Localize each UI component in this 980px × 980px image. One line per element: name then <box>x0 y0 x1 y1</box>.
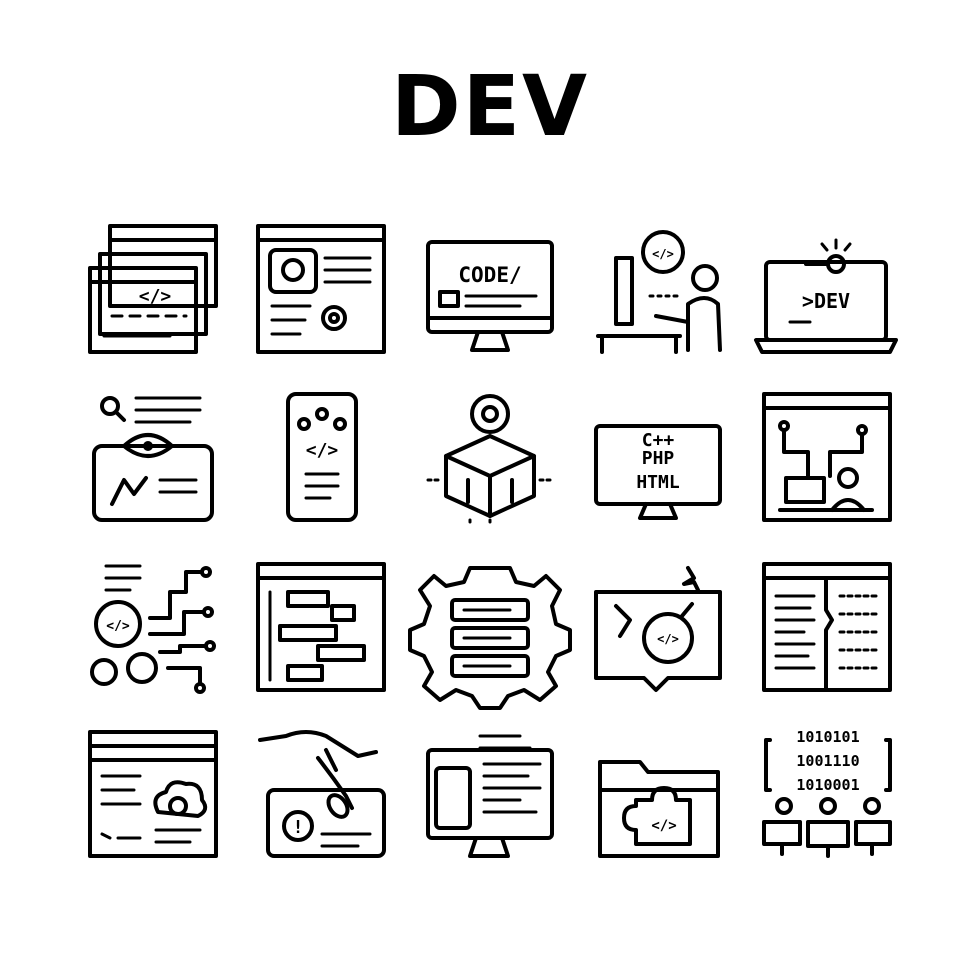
window-block-diagram-icon <box>256 562 386 692</box>
server-gear-icon <box>408 566 572 710</box>
message-bomb-icon: </> <box>594 566 722 692</box>
puzzle-code-text: </> <box>651 818 676 834</box>
binary-team-icon: 1010101 1001110 1010001 <box>762 728 892 858</box>
icon-grid: </> CODE/ </> >DEV </> C++ PHP HTML </> … <box>88 224 898 858</box>
monitor-phone-code-icon <box>426 734 554 858</box>
alert-mark: ! <box>293 817 304 838</box>
browser-windows-code-icon: </> <box>88 224 218 354</box>
window-cloud-icon <box>88 730 218 858</box>
tablet-analytics-eye-icon <box>92 396 214 522</box>
document-support-settings-icon <box>256 224 386 354</box>
code-label: CODE/ <box>458 263 521 287</box>
gear-code-text: </> <box>106 619 130 634</box>
developer-at-computer-icon: </> <box>596 230 722 354</box>
monitor-code-icon: CODE/ <box>426 240 554 352</box>
language-html: HTML <box>636 472 680 493</box>
smartphone-code-icon: </> <box>286 392 358 522</box>
binary-line-2: 1001110 <box>796 752 859 770</box>
split-code-document-icon <box>762 562 892 692</box>
gear-code-text: </> <box>652 247 674 261</box>
language-php: PHP <box>642 448 675 469</box>
dev-label: >DEV <box>802 289 850 313</box>
binary-line-1: 1010101 <box>796 728 859 746</box>
bomb-code-text: </> <box>657 632 679 646</box>
code-tag-text: </> <box>306 440 339 461</box>
binary-line-3: 1010001 <box>796 776 859 794</box>
gears-circuit-code-icon: </> <box>90 564 216 694</box>
code-tag-text: </> <box>139 286 172 307</box>
monitor-languages-icon: C++ PHP HTML <box>594 424 722 520</box>
folder-puzzle-code-icon: </> <box>598 760 720 858</box>
developer-circuit-board-icon <box>762 392 892 522</box>
cube-gear-upload-icon <box>426 394 554 524</box>
laptop-dev-key-icon: >DEV <box>754 238 898 354</box>
hand-bug-alert-icon: ! <box>258 730 386 858</box>
